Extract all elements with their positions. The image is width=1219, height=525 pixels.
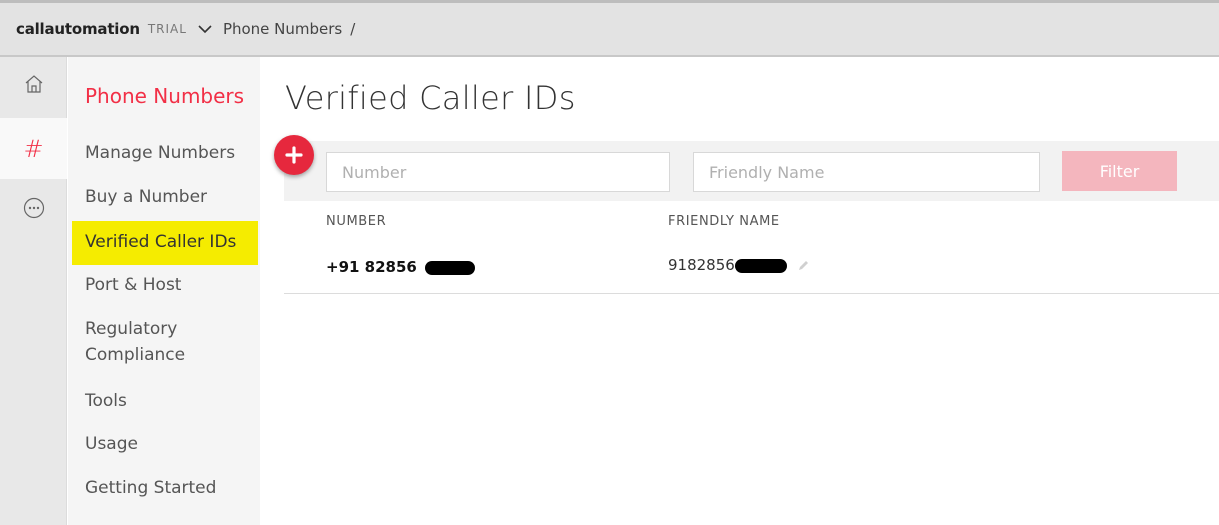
icon-rail: # <box>0 57 67 525</box>
rail-more[interactable] <box>0 197 67 219</box>
breadcrumb[interactable]: Phone Numbers <box>223 20 342 38</box>
filter-button[interactable]: Filter <box>1062 151 1177 191</box>
breadcrumb-separator: / <box>350 20 356 38</box>
plus-icon <box>285 146 303 164</box>
hash-icon: # <box>23 134 44 163</box>
nav-title[interactable]: Phone Numbers <box>85 84 244 108</box>
row-number[interactable]: +91 82856 <box>326 258 476 276</box>
nav-item-compliance[interactable]: Compliance <box>85 342 185 368</box>
nav-item-port-and-host[interactable]: Port & Host <box>85 272 181 298</box>
rail-home[interactable] <box>0 73 67 95</box>
column-header-friendly-name: FRIENDLY NAME <box>668 214 780 229</box>
trial-badge: TRIAL <box>147 22 187 36</box>
top-bar: callautomation TRIAL Phone Numbers / <box>0 0 1219 57</box>
nav-item-manage-numbers[interactable]: Manage Numbers <box>85 140 235 166</box>
rail-phone-numbers[interactable]: # <box>0 118 67 179</box>
nav-item-usage[interactable]: Usage <box>85 431 138 457</box>
home-icon <box>25 75 42 93</box>
number-filter-input[interactable] <box>326 152 670 192</box>
nav-item-regulatory[interactable]: Regulatory <box>85 316 177 342</box>
nav-item-verified-caller-ids[interactable]: Verified Caller IDs <box>72 221 258 265</box>
more-icon <box>23 197 44 219</box>
friendly-name-filter-input[interactable] <box>693 152 1040 192</box>
redacted-block <box>734 258 787 273</box>
add-caller-id-button[interactable] <box>274 135 314 175</box>
main-content: Verified Caller IDs Filter NUMBER FRIEND… <box>260 57 1219 525</box>
page-title: Verified Caller IDs <box>285 79 576 117</box>
pencil-icon[interactable] <box>796 259 810 273</box>
nav-item-buy-a-number[interactable]: Buy a Number <box>85 184 207 210</box>
table-row[interactable]: +91 82856 9182856 <box>284 240 1219 294</box>
row-friendly-name-text: 9182856 <box>668 256 735 274</box>
column-header-number: NUMBER <box>326 214 387 229</box>
account-name[interactable]: callautomation <box>16 20 140 38</box>
row-number-text: +91 82856 <box>326 258 417 276</box>
nav-item-tools[interactable]: Tools <box>85 388 127 414</box>
redacted-block <box>425 260 476 275</box>
row-friendly-name[interactable]: 9182856 <box>668 256 810 274</box>
nav-item-getting-started[interactable]: Getting Started <box>85 475 216 501</box>
side-nav: Phone Numbers Manage Numbers Buy a Numbe… <box>68 57 260 525</box>
chevron-down-icon[interactable] <box>197 21 213 37</box>
